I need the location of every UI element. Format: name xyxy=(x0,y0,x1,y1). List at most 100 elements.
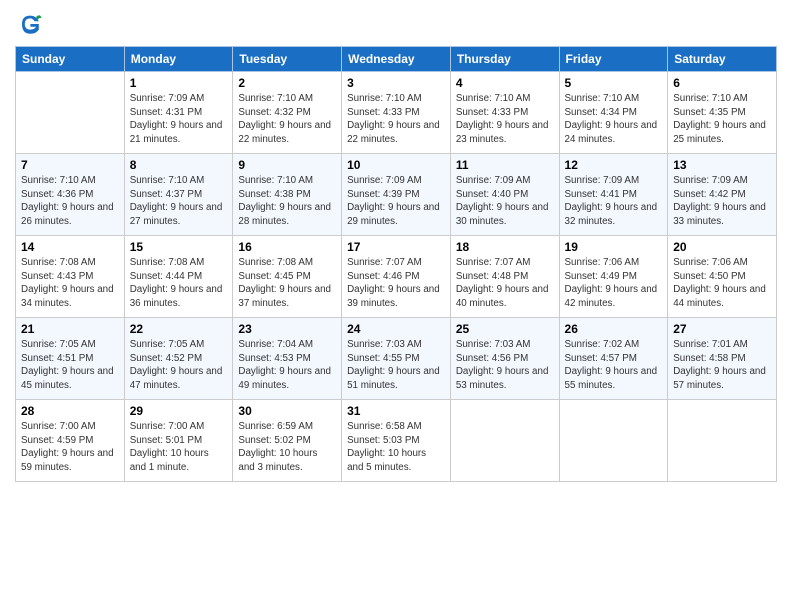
day-info: Sunrise: 7:08 AMSunset: 4:43 PMDaylight:… xyxy=(21,256,119,311)
day-number: 16 xyxy=(238,240,336,254)
week-row-5: 28 Sunrise: 7:00 AMSunset: 4:59 PMDayligh… xyxy=(16,400,777,482)
day-number: 20 xyxy=(673,240,771,254)
day-info: Sunrise: 7:04 AMSunset: 4:53 PMDaylight:… xyxy=(238,338,336,393)
day-cell: 9 Sunrise: 7:10 AMSunset: 4:38 PMDaylight… xyxy=(233,154,342,236)
day-info: Sunrise: 7:03 AMSunset: 4:56 PMDaylight:… xyxy=(456,338,554,393)
day-number: 30 xyxy=(238,404,336,418)
day-info: Sunrise: 7:10 AMSunset: 4:33 PMDaylight:… xyxy=(347,92,445,147)
day-number: 18 xyxy=(456,240,554,254)
day-info: Sunrise: 7:10 AMSunset: 4:38 PMDaylight:… xyxy=(238,174,336,229)
day-info: Sunrise: 7:06 AMSunset: 4:50 PMDaylight:… xyxy=(673,256,771,311)
page: SundayMondayTuesdayWednesdayThursdayFrid… xyxy=(0,0,792,612)
day-cell: 17Sunrise: 7:07 AMSunset: 4:46 PMDayligh… xyxy=(342,236,451,318)
col-header-sunday: Sunday xyxy=(16,47,125,72)
day-cell: 5 Sunrise: 7:10 AMSunset: 4:34 PMDaylight… xyxy=(559,72,668,154)
day-cell: 30 Sunrise: 6:59 AMSunset: 5:02 PMDayligh… xyxy=(233,400,342,482)
day-info: Sunrise: 7:05 AMSunset: 4:51 PMDaylight:… xyxy=(21,338,119,393)
day-number: 14 xyxy=(21,240,119,254)
day-info: Sunrise: 7:10 AMSunset: 4:37 PMDaylight:… xyxy=(130,174,228,229)
col-header-saturday: Saturday xyxy=(668,47,777,72)
day-info: Sunrise: 7:10 AMSunset: 4:35 PMDaylight:… xyxy=(673,92,771,147)
col-header-monday: Monday xyxy=(124,47,233,72)
day-number: 22 xyxy=(130,322,228,336)
day-cell: 22 Sunrise: 7:05 AMSunset: 4:52 PMDayligh… xyxy=(124,318,233,400)
day-number: 21 xyxy=(21,322,119,336)
day-number: 26 xyxy=(565,322,663,336)
day-info: Sunrise: 6:59 AMSunset: 5:02 PMDaylight:… xyxy=(238,420,336,475)
day-number: 1 xyxy=(130,76,228,90)
day-cell: 27Sunrise: 7:01 AMSunset: 4:58 PMDayligh… xyxy=(668,318,777,400)
day-cell: 15 Sunrise: 7:08 AMSunset: 4:44 PMDayligh… xyxy=(124,236,233,318)
day-number: 12 xyxy=(565,158,663,172)
day-cell: 6 Sunrise: 7:10 AMSunset: 4:35 PMDaylight… xyxy=(668,72,777,154)
day-number: 7 xyxy=(21,158,119,172)
day-cell: 1Sunrise: 7:09 AMSunset: 4:31 PMDaylight… xyxy=(124,72,233,154)
day-cell: 21 Sunrise: 7:05 AMSunset: 4:51 PMDayligh… xyxy=(16,318,125,400)
day-number: 3 xyxy=(347,76,445,90)
day-cell xyxy=(16,72,125,154)
day-cell: 20 Sunrise: 7:06 AMSunset: 4:50 PMDayligh… xyxy=(668,236,777,318)
day-number: 19 xyxy=(565,240,663,254)
day-cell: 2Sunrise: 7:10 AMSunset: 4:32 PMDaylight… xyxy=(233,72,342,154)
day-cell: 18 Sunrise: 7:07 AMSunset: 4:48 PMDayligh… xyxy=(450,236,559,318)
day-cell: 31 Sunrise: 6:58 AMSunset: 5:03 PMDayligh… xyxy=(342,400,451,482)
week-row-4: 21 Sunrise: 7:05 AMSunset: 4:51 PMDayligh… xyxy=(16,318,777,400)
day-number: 28 xyxy=(21,404,119,418)
day-number: 10 xyxy=(347,158,445,172)
day-cell: 4 Sunrise: 7:10 AMSunset: 4:33 PMDaylight… xyxy=(450,72,559,154)
day-cell: 29Sunrise: 7:00 AMSunset: 5:01 PMDayligh… xyxy=(124,400,233,482)
day-info: Sunrise: 7:02 AMSunset: 4:57 PMDaylight:… xyxy=(565,338,663,393)
day-cell: 10 Sunrise: 7:09 AMSunset: 4:39 PMDayligh… xyxy=(342,154,451,236)
day-number: 15 xyxy=(130,240,228,254)
day-cell: 25 Sunrise: 7:03 AMSunset: 4:56 PMDayligh… xyxy=(450,318,559,400)
day-number: 8 xyxy=(130,158,228,172)
day-number: 6 xyxy=(673,76,771,90)
day-cell xyxy=(450,400,559,482)
day-info: Sunrise: 6:58 AMSunset: 5:03 PMDaylight:… xyxy=(347,420,445,475)
day-info: Sunrise: 7:08 AMSunset: 4:44 PMDaylight:… xyxy=(130,256,228,311)
day-info: Sunrise: 7:09 AMSunset: 4:40 PMDaylight:… xyxy=(456,174,554,229)
day-number: 25 xyxy=(456,322,554,336)
day-info: Sunrise: 7:09 AMSunset: 4:42 PMDaylight:… xyxy=(673,174,771,229)
day-info: Sunrise: 7:10 AMSunset: 4:33 PMDaylight:… xyxy=(456,92,554,147)
day-info: Sunrise: 7:03 AMSunset: 4:55 PMDaylight:… xyxy=(347,338,445,393)
day-cell xyxy=(668,400,777,482)
col-header-thursday: Thursday xyxy=(450,47,559,72)
day-info: Sunrise: 7:05 AMSunset: 4:52 PMDaylight:… xyxy=(130,338,228,393)
day-cell: 24Sunrise: 7:03 AMSunset: 4:55 PMDayligh… xyxy=(342,318,451,400)
day-number: 31 xyxy=(347,404,445,418)
day-info: Sunrise: 7:01 AMSunset: 4:58 PMDaylight:… xyxy=(673,338,771,393)
logo-icon xyxy=(15,10,43,38)
day-number: 5 xyxy=(565,76,663,90)
day-info: Sunrise: 7:06 AMSunset: 4:49 PMDaylight:… xyxy=(565,256,663,311)
day-cell: 7 Sunrise: 7:10 AMSunset: 4:36 PMDaylight… xyxy=(16,154,125,236)
day-cell: 13 Sunrise: 7:09 AMSunset: 4:42 PMDayligh… xyxy=(668,154,777,236)
day-info: Sunrise: 7:10 AMSunset: 4:34 PMDaylight:… xyxy=(565,92,663,147)
week-row-2: 7 Sunrise: 7:10 AMSunset: 4:36 PMDaylight… xyxy=(16,154,777,236)
day-number: 9 xyxy=(238,158,336,172)
day-cell: 11 Sunrise: 7:09 AMSunset: 4:40 PMDayligh… xyxy=(450,154,559,236)
day-cell: 8 Sunrise: 7:10 AMSunset: 4:37 PMDaylight… xyxy=(124,154,233,236)
day-number: 11 xyxy=(456,158,554,172)
logo xyxy=(15,10,47,38)
week-row-3: 14 Sunrise: 7:08 AMSunset: 4:43 PMDayligh… xyxy=(16,236,777,318)
day-info: Sunrise: 7:00 AMSunset: 4:59 PMDaylight:… xyxy=(21,420,119,475)
day-cell: 12 Sunrise: 7:09 AMSunset: 4:41 PMDayligh… xyxy=(559,154,668,236)
day-cell: 16Sunrise: 7:08 AMSunset: 4:45 PMDayligh… xyxy=(233,236,342,318)
day-number: 13 xyxy=(673,158,771,172)
day-info: Sunrise: 7:07 AMSunset: 4:48 PMDaylight:… xyxy=(456,256,554,311)
day-cell: 3 Sunrise: 7:10 AMSunset: 4:33 PMDaylight… xyxy=(342,72,451,154)
day-cell xyxy=(559,400,668,482)
day-info: Sunrise: 7:09 AMSunset: 4:41 PMDaylight:… xyxy=(565,174,663,229)
day-info: Sunrise: 7:10 AMSunset: 4:36 PMDaylight:… xyxy=(21,174,119,229)
week-row-1: 1Sunrise: 7:09 AMSunset: 4:31 PMDaylight… xyxy=(16,72,777,154)
calendar-table: SundayMondayTuesdayWednesdayThursdayFrid… xyxy=(15,46,777,482)
day-info: Sunrise: 7:09 AMSunset: 4:39 PMDaylight:… xyxy=(347,174,445,229)
day-info: Sunrise: 7:00 AMSunset: 5:01 PMDaylight:… xyxy=(130,420,228,475)
col-header-tuesday: Tuesday xyxy=(233,47,342,72)
day-cell: 23Sunrise: 7:04 AMSunset: 4:53 PMDayligh… xyxy=(233,318,342,400)
col-header-wednesday: Wednesday xyxy=(342,47,451,72)
day-info: Sunrise: 7:10 AMSunset: 4:32 PMDaylight:… xyxy=(238,92,336,147)
col-header-friday: Friday xyxy=(559,47,668,72)
day-number: 4 xyxy=(456,76,554,90)
